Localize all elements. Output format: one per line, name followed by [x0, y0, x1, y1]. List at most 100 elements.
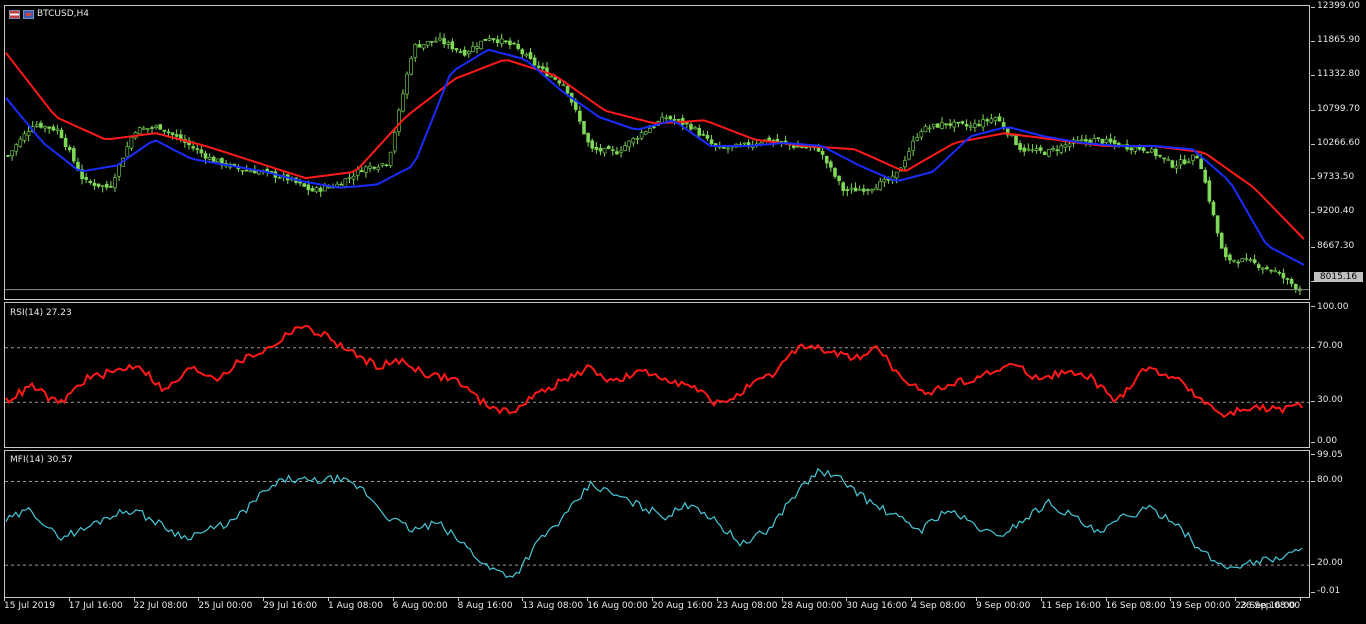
candle-body	[158, 124, 163, 130]
candle-body	[471, 46, 475, 53]
candle-body	[170, 132, 175, 135]
candle-body	[162, 129, 167, 132]
candle-body	[1080, 139, 1084, 142]
candle-body	[450, 41, 455, 50]
candle-body	[606, 146, 611, 150]
candle-body	[92, 182, 97, 186]
time-tick-label: 11 Sep 16:00	[1040, 601, 1101, 611]
candle-body	[438, 37, 442, 41]
rsi-pane[interactable]: RSI(14) 27.23	[4, 302, 1310, 448]
candle-body	[960, 121, 965, 124]
candle-body	[14, 144, 19, 152]
axis-tick-label: 20.00	[1317, 558, 1343, 569]
time-tick-label: 29 Jul 16:00	[263, 601, 318, 611]
candle-body	[820, 151, 825, 155]
candle-body	[639, 132, 644, 139]
axis-tick	[1311, 454, 1315, 455]
candle-body	[610, 149, 615, 151]
candle-body	[697, 127, 702, 136]
candle-body	[39, 122, 43, 128]
candle-body	[1014, 135, 1018, 146]
candle-body	[277, 177, 282, 179]
candle-body	[1133, 146, 1138, 152]
candle-body	[1154, 148, 1158, 157]
candle-body	[956, 121, 961, 124]
candle-body	[302, 183, 307, 187]
candle-body	[722, 147, 726, 149]
candle-body	[479, 40, 483, 49]
axis-tick-label: 80.00	[1317, 474, 1343, 485]
candle-body	[368, 165, 372, 169]
candle-body	[1129, 147, 1133, 151]
candle-body	[878, 181, 883, 191]
time-tick-label: 19 Sep 00:00	[1170, 601, 1231, 611]
candle-body	[137, 127, 142, 135]
candle-body	[676, 119, 681, 121]
axis-tick	[1311, 346, 1315, 348]
axis-tick-label: -0.01	[1317, 586, 1341, 596]
candle-body	[845, 189, 850, 192]
candle-body	[314, 187, 319, 193]
candle-body	[322, 185, 327, 192]
candle-body	[1219, 232, 1224, 249]
time-tick-label: 13 Aug 08:00	[522, 601, 584, 611]
candle-body	[1256, 264, 1261, 269]
price-tick-label: 12399.00	[1317, 1, 1360, 11]
candle-body	[664, 117, 669, 120]
candle-body	[652, 126, 656, 128]
mfi-axis[interactable]: 99.05 80.00 20.00 -0.01	[1311, 450, 1366, 598]
candle-body	[425, 41, 430, 46]
candle-body	[401, 93, 405, 112]
candle-body	[853, 187, 858, 192]
mfi-pane[interactable]: MFI(14) 30.57	[4, 450, 1310, 598]
mfi-line	[5, 467, 1303, 579]
candle-body	[936, 123, 940, 128]
candle-body	[417, 44, 422, 48]
candle-body	[1100, 138, 1105, 144]
time-tick-label: 8 Aug 16:00	[457, 601, 513, 611]
price-tick-label: 9200.40	[1317, 206, 1355, 217]
candle-body	[1158, 154, 1162, 157]
candle-body	[508, 40, 512, 45]
candle-body	[643, 131, 648, 135]
candle-body	[454, 48, 459, 51]
candle-body	[689, 124, 693, 130]
candle-body	[150, 127, 154, 129]
candle-body	[59, 129, 64, 139]
price-tick	[1311, 143, 1315, 145]
candle-body	[109, 185, 113, 188]
candle-body	[631, 137, 636, 144]
candle-body	[701, 134, 706, 136]
candle-body	[174, 134, 179, 137]
candle-body	[923, 126, 928, 133]
axis-tick	[1311, 401, 1315, 403]
candle-body	[598, 147, 603, 152]
price-axis[interactable]: 12399.00 11865.90 11332.80 10799.70 10266.60…	[1311, 1, 1366, 300]
candle-body	[536, 65, 541, 68]
candle-body	[989, 118, 994, 123]
candle-body	[726, 147, 730, 150]
candle-body	[1293, 284, 1298, 290]
time-tick-label: 30 Aug 16:00	[846, 601, 908, 611]
candle-body	[792, 145, 796, 149]
candle-body	[405, 73, 409, 95]
candle-body	[1166, 159, 1171, 161]
candle-body	[318, 187, 323, 192]
candle-body	[668, 115, 673, 120]
price-tick-label: 11865.90	[1317, 35, 1360, 46]
candle-body	[672, 119, 677, 121]
candle-body	[211, 156, 216, 163]
time-axis[interactable]: 15 Jul 2019 17 Jul 16:00 22 Jul 08:00 25 Ju…	[0, 598, 1366, 624]
price-chart-pane[interactable]	[4, 5, 1310, 300]
candle-body	[919, 131, 924, 138]
price-tick-label: 9733.50	[1317, 172, 1355, 183]
rsi-axis[interactable]: 100.00 70.00 30.00 0.00	[1311, 302, 1366, 448]
candle-body	[512, 42, 516, 45]
candle-body	[51, 126, 56, 131]
candle-body	[1269, 269, 1273, 272]
candle-body	[1285, 278, 1290, 280]
mfi-label: MFI(14) 30.57	[10, 455, 73, 465]
candle-body	[1281, 273, 1286, 279]
candle-body	[491, 38, 496, 41]
candle-body	[857, 188, 862, 191]
